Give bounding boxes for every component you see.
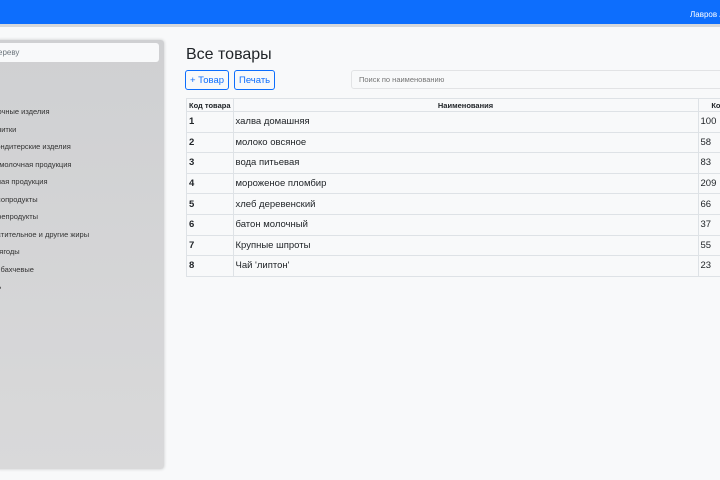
tree-item[interactable]: ы бахчевые xyxy=(0,265,34,274)
tree-item[interactable]: и ягоды xyxy=(0,247,20,256)
cell-qty: 66 xyxy=(697,193,720,215)
tree-item[interactable]: ль xyxy=(0,282,1,291)
cell-name: батон молочный xyxy=(232,213,699,236)
tree-item[interactable]: лочные изделия xyxy=(0,107,50,116)
cell-code: 6 xyxy=(186,213,234,236)
page-title: Все товары xyxy=(186,46,272,63)
tree-item[interactable]: орепродукты xyxy=(0,212,38,221)
cell-qty: 23 xyxy=(697,255,720,277)
cell-qty: 100 xyxy=(697,111,720,133)
tree-item[interactable]: астительное и другие жиры xyxy=(0,230,89,239)
cell-code: 1 xyxy=(186,111,234,133)
add-product-button[interactable]: + Товар xyxy=(185,70,230,90)
table-row[interactable]: 5 хлеб деревенский 66 xyxy=(186,193,720,215)
column-header-name[interactable]: Наименования xyxy=(232,98,699,112)
tree-item[interactable]: апитки xyxy=(0,125,16,134)
table-row[interactable]: 7 Крупные шпроты 55 xyxy=(186,234,720,257)
tree-item[interactable]: кондитерские изделия xyxy=(0,142,71,151)
cell-code: 8 xyxy=(186,255,234,277)
column-header-qty[interactable]: Кол-в xyxy=(697,98,720,112)
cell-qty: 55 xyxy=(697,234,720,257)
cell-code: 7 xyxy=(186,234,234,257)
search-input[interactable] xyxy=(351,70,720,89)
products-table: Код товара Наименования Кол-в 1халва дом… xyxy=(186,98,720,277)
cell-name: Чай 'липтон' xyxy=(232,255,699,277)
table-row[interactable]: 3 вода питьевая 83 xyxy=(186,152,720,174)
navbar: Лавров А xyxy=(0,0,720,27)
tree-item[interactable]: и молочная продукция xyxy=(0,160,71,169)
cell-name: халва домашняя xyxy=(232,111,699,133)
cell-name: Крупные шпроты xyxy=(232,234,699,257)
cell-code: 3 xyxy=(186,152,234,174)
cell-qty: 58 xyxy=(697,131,720,154)
cell-code: 4 xyxy=(186,172,234,195)
tree-item[interactable]: ясопродукты xyxy=(0,195,38,204)
cell-name: хлеб деревенский xyxy=(232,193,699,215)
cell-name: мороженое пломбир xyxy=(232,172,699,195)
tree-search-input[interactable]: ереву xyxy=(0,43,159,62)
column-header-code[interactable]: Код товара xyxy=(186,98,234,112)
table-row[interactable]: 2 молоко овсяное 58 xyxy=(186,131,720,154)
table-row[interactable]: 4 мороженое пломбир 209 xyxy=(186,172,720,195)
table-row[interactable]: 6 батон молочный 37 xyxy=(186,213,720,236)
cell-code: 5 xyxy=(186,193,234,215)
category-tree-panel: ереву 2ылочные изделияапиткикондитерские… xyxy=(0,40,164,469)
cell-code: 2 xyxy=(186,131,234,154)
cell-name: вода питьевая xyxy=(232,152,699,174)
cell-name: молоко овсяное xyxy=(232,131,699,154)
user-menu[interactable]: Лавров А xyxy=(690,10,720,19)
cell-qty: 83 xyxy=(697,152,720,174)
cell-qty: 209 xyxy=(697,172,720,195)
table-row[interactable]: 8 Чай 'липтон' 23 xyxy=(186,255,720,277)
table-row[interactable]: 1 халва домашняя 100 xyxy=(186,111,720,133)
tree-item[interactable]: ьная продукция xyxy=(0,177,48,186)
print-button[interactable]: Печать xyxy=(234,70,276,90)
cell-qty: 37 xyxy=(697,213,720,236)
